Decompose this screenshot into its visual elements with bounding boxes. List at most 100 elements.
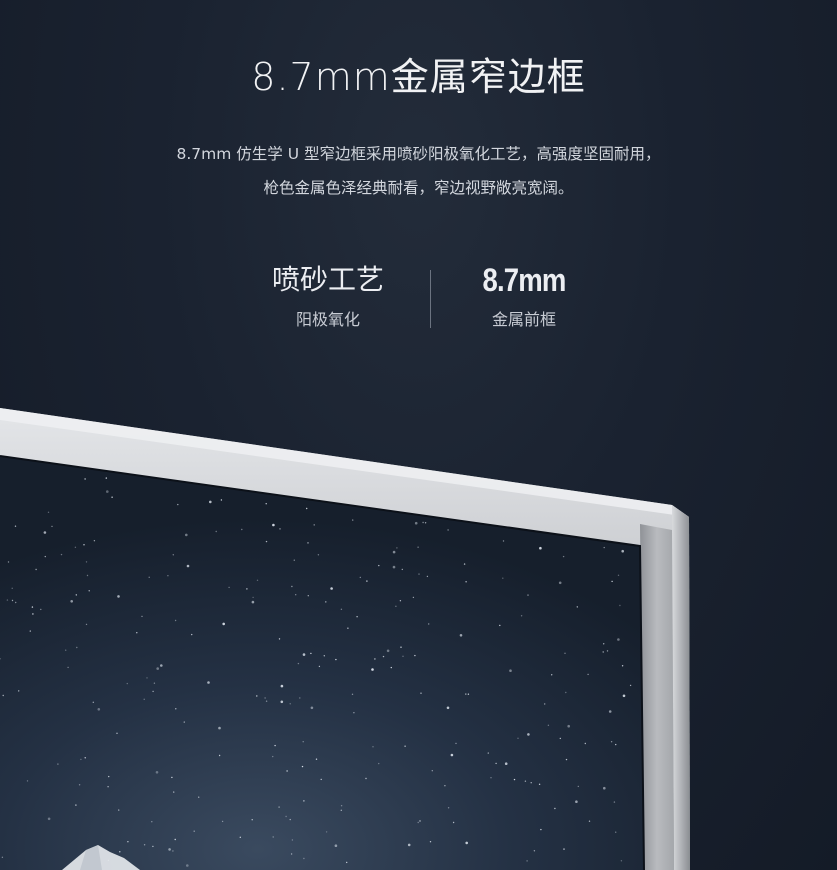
star — [174, 619, 177, 622]
star — [606, 650, 609, 652]
star — [118, 809, 120, 811]
star — [264, 697, 266, 699]
star — [278, 806, 280, 808]
star — [111, 496, 113, 498]
star — [390, 666, 392, 669]
star — [318, 665, 321, 668]
star — [346, 861, 348, 864]
star — [75, 594, 78, 596]
star — [587, 673, 589, 676]
star — [152, 845, 154, 848]
star — [84, 757, 86, 759]
star — [335, 658, 337, 661]
star — [465, 693, 467, 695]
star — [143, 698, 145, 700]
star — [7, 561, 10, 563]
star — [155, 771, 159, 774]
star — [301, 765, 304, 768]
star — [365, 777, 367, 780]
star — [374, 658, 376, 660]
star — [60, 553, 63, 556]
star — [299, 697, 301, 699]
star — [401, 568, 403, 571]
star — [378, 762, 380, 765]
star — [526, 860, 528, 862]
star — [2, 694, 4, 697]
star — [412, 596, 415, 599]
star — [291, 839, 294, 841]
star — [171, 776, 173, 779]
star — [126, 682, 128, 685]
star — [407, 843, 411, 847]
star — [418, 573, 420, 575]
star — [191, 633, 193, 636]
star — [527, 733, 530, 736]
star — [11, 587, 13, 589]
star — [207, 681, 210, 684]
star — [18, 690, 20, 692]
monitor-product-image — [0, 408, 690, 870]
star — [559, 737, 561, 740]
star — [447, 529, 449, 531]
star — [84, 478, 86, 480]
star — [239, 836, 241, 838]
star — [509, 669, 512, 672]
star — [402, 655, 404, 657]
star — [325, 601, 327, 603]
star — [186, 864, 189, 867]
star — [565, 758, 568, 761]
star — [306, 507, 308, 510]
star — [619, 604, 621, 607]
star — [40, 608, 42, 611]
star — [280, 684, 284, 688]
star — [246, 588, 248, 590]
star — [325, 831, 328, 833]
star — [127, 841, 129, 843]
star — [146, 677, 148, 679]
star — [621, 549, 624, 553]
star — [251, 600, 255, 604]
star — [615, 743, 617, 746]
star — [241, 528, 243, 531]
star — [562, 555, 565, 558]
star — [280, 700, 284, 704]
star — [29, 630, 31, 632]
star — [602, 651, 604, 653]
star — [26, 780, 29, 782]
star — [47, 511, 50, 513]
star — [116, 732, 118, 734]
star — [85, 561, 88, 563]
star — [428, 623, 430, 625]
star — [359, 576, 361, 579]
star — [584, 742, 586, 745]
star — [588, 820, 591, 822]
star — [186, 564, 190, 568]
star — [85, 623, 88, 626]
star — [540, 828, 542, 831]
star — [177, 503, 179, 506]
star — [366, 580, 368, 582]
star — [499, 624, 501, 627]
star — [88, 590, 90, 592]
star — [424, 522, 427, 524]
star — [152, 690, 154, 693]
star — [289, 703, 291, 705]
star — [544, 703, 546, 705]
star — [80, 758, 82, 761]
star — [218, 754, 221, 757]
star — [295, 594, 297, 596]
star — [444, 785, 446, 787]
star — [392, 565, 396, 569]
star — [347, 627, 349, 629]
star — [31, 606, 34, 608]
star — [414, 654, 416, 657]
star — [447, 807, 450, 809]
star — [422, 521, 424, 524]
star — [67, 666, 69, 669]
star — [611, 580, 613, 583]
star — [463, 563, 466, 565]
star — [517, 737, 519, 739]
star — [290, 853, 293, 855]
star — [108, 775, 110, 778]
star — [382, 655, 385, 658]
